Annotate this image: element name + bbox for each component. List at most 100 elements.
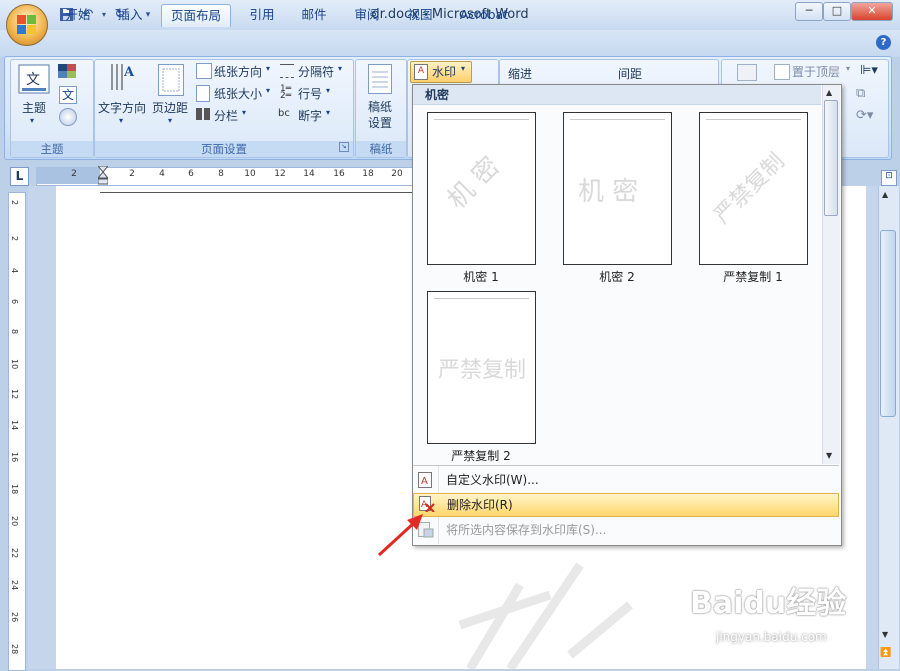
size-icon xyxy=(196,85,210,102)
menu-divider xyxy=(413,465,839,466)
align-icon[interactable]: ⊫▾ xyxy=(860,63,878,78)
office-button[interactable] xyxy=(6,4,48,46)
orientation-button[interactable]: 纸张方向 xyxy=(214,63,262,80)
scroll-up-icon[interactable]: ▲ xyxy=(882,190,888,199)
group-icon[interactable]: ⧉ xyxy=(856,86,865,101)
watermark-icon: A xyxy=(414,64,428,80)
text-direction-dropdown-icon[interactable]: ▾ xyxy=(119,116,123,125)
custom-watermark-label: 自定义水印(W)... xyxy=(446,473,539,487)
ruler-number: 6 xyxy=(10,299,19,305)
columns-button[interactable]: 分栏 xyxy=(214,107,238,124)
size-button[interactable]: 纸张大小 xyxy=(214,85,262,102)
columns-dropdown-icon[interactable]: ▾ xyxy=(242,108,246,117)
gallery-header: 机密 xyxy=(413,85,821,105)
draft-group-label: 稿纸 xyxy=(356,141,406,157)
watermark-dropdown-icon: ▾ xyxy=(461,64,466,73)
text-direction-icon: A xyxy=(108,62,138,96)
hyphenation-icon: bc xyxy=(278,108,290,119)
tab-mailings[interactable]: 邮件 xyxy=(292,4,336,26)
watermark-option-do-not-copy-2[interactable]: 严禁复制 xyxy=(427,291,536,444)
breaks-dropdown-icon[interactable]: ▾ xyxy=(338,64,342,73)
custom-watermark-icon: A xyxy=(418,472,432,488)
ruler-number: 2 xyxy=(10,200,19,206)
close-button[interactable]: ✕ xyxy=(851,2,893,21)
theme-colors-icon[interactable] xyxy=(58,64,76,78)
custom-watermark-menu-item[interactable]: A 自定义水印(W)... xyxy=(413,468,839,492)
watermark-preview-text: 机 密 xyxy=(578,177,639,207)
watermark-option-confidential-2[interactable]: 机 密 xyxy=(563,112,672,265)
save-selection-label: 将所选内容保存到水印库(S)... xyxy=(446,523,607,537)
remove-watermark-menu-item[interactable]: A 删除水印(R) xyxy=(413,493,839,517)
baidu-url-watermark: jingyan.baidu.com xyxy=(716,630,827,644)
watermark-option-do-not-copy-1[interactable]: 严禁复制 xyxy=(699,112,808,265)
themes-dropdown-icon[interactable]: ▾ xyxy=(30,116,34,125)
tab-insert[interactable]: 插入 xyxy=(108,4,152,26)
ruler-number: 14 xyxy=(10,420,19,431)
ruler-number: 8 xyxy=(218,169,224,179)
hyphenation-dropdown-icon[interactable]: ▾ xyxy=(326,108,330,117)
minimize-button[interactable]: ─ xyxy=(795,2,823,21)
header-line xyxy=(100,192,412,193)
watermark-preview-text: 严禁复制 xyxy=(709,148,790,229)
maximize-button[interactable]: □ xyxy=(823,2,851,21)
tab-home[interactable]: 开始 xyxy=(56,4,100,26)
watermark-caption: 严禁复制 1 xyxy=(723,270,783,284)
ruler-number: 14 xyxy=(303,169,315,179)
page-setup-launcher-icon[interactable]: ↘ xyxy=(339,142,349,152)
orientation-dropdown-icon[interactable]: ▾ xyxy=(266,64,270,73)
previous-page-icon[interactable]: ⏫ xyxy=(880,648,891,658)
watermark-caption: 机密 1 xyxy=(463,270,499,284)
size-dropdown-icon[interactable]: ▾ xyxy=(266,86,270,95)
gallery-scroll-down-icon[interactable]: ▼ xyxy=(826,451,832,460)
tab-selector[interactable]: L xyxy=(10,167,29,186)
watermark-option-confidential-1[interactable]: 机 密 xyxy=(427,112,536,265)
help-icon[interactable]: ? xyxy=(876,35,891,50)
tab-references[interactable]: 引用 xyxy=(240,4,284,26)
spacing-label: 间距 xyxy=(618,67,643,81)
gallery-scroll-up-icon[interactable]: ▲ xyxy=(826,88,832,97)
vertical-ruler[interactable] xyxy=(8,192,26,671)
scroll-thumb[interactable] xyxy=(880,230,896,417)
bring-to-front-icon xyxy=(774,64,790,80)
indent-label: 缩进 xyxy=(508,67,533,81)
theme-effects-icon[interactable] xyxy=(59,108,77,126)
breaks-button[interactable]: 分隔符 xyxy=(298,63,334,80)
themes-group-label: 主题 xyxy=(11,141,93,157)
ruler-number: 26 xyxy=(10,612,19,623)
office-logo-icon xyxy=(17,15,37,35)
rotate-icon[interactable]: ⟳▾ xyxy=(856,108,873,123)
line-numbers-button[interactable]: 行号 xyxy=(298,85,322,102)
svg-text:A: A xyxy=(421,476,428,487)
margins-dropdown-icon[interactable]: ▾ xyxy=(168,116,172,125)
ruler-number: 18 xyxy=(10,484,19,495)
scroll-down-icon[interactable]: ▼ xyxy=(882,630,888,639)
gallery-scroll-thumb[interactable] xyxy=(824,100,838,216)
theme-fonts-icon[interactable]: 文 xyxy=(59,86,77,104)
tab-review[interactable]: 审阅 xyxy=(345,4,389,26)
bring-to-front-button[interactable]: 置于顶层 xyxy=(792,63,840,80)
view-ruler-icon[interactable]: ⊡ xyxy=(881,170,897,186)
draft-paper-button[interactable]: 稿纸 设置 xyxy=(367,99,393,131)
watermark-caption: 机密 2 xyxy=(599,270,635,284)
themes-button[interactable]: 主题 xyxy=(22,99,46,116)
indent-marker-icon[interactable] xyxy=(96,165,110,185)
margins-icon xyxy=(158,64,184,96)
tab-acrobat[interactable]: Acrobat xyxy=(452,4,516,26)
ruler-number: 28 xyxy=(10,644,19,655)
ruler-number: 10 xyxy=(10,359,19,370)
ruler-number: 16 xyxy=(10,452,19,463)
ruler-number: 18 xyxy=(362,169,374,179)
margins-button[interactable]: 页边距 xyxy=(152,99,188,116)
tab-page-layout[interactable]: 页面布局 xyxy=(161,4,231,27)
svg-text:文: 文 xyxy=(26,72,40,88)
tab-view[interactable]: 视图 xyxy=(398,4,442,26)
position-icon[interactable] xyxy=(737,64,757,81)
watermark-preview-text: 机 密 xyxy=(441,151,506,216)
bring-to-front-dropdown-icon[interactable]: ▾ xyxy=(846,64,850,73)
line-numbers-dropdown-icon[interactable]: ▾ xyxy=(326,86,330,95)
ruler-number: 12 xyxy=(10,389,19,400)
text-direction-button[interactable]: 文字方向 xyxy=(98,99,146,116)
breaks-icon xyxy=(280,64,294,78)
ruler-number: 2 xyxy=(129,169,135,179)
hyphenation-button[interactable]: 断字 xyxy=(298,107,322,124)
